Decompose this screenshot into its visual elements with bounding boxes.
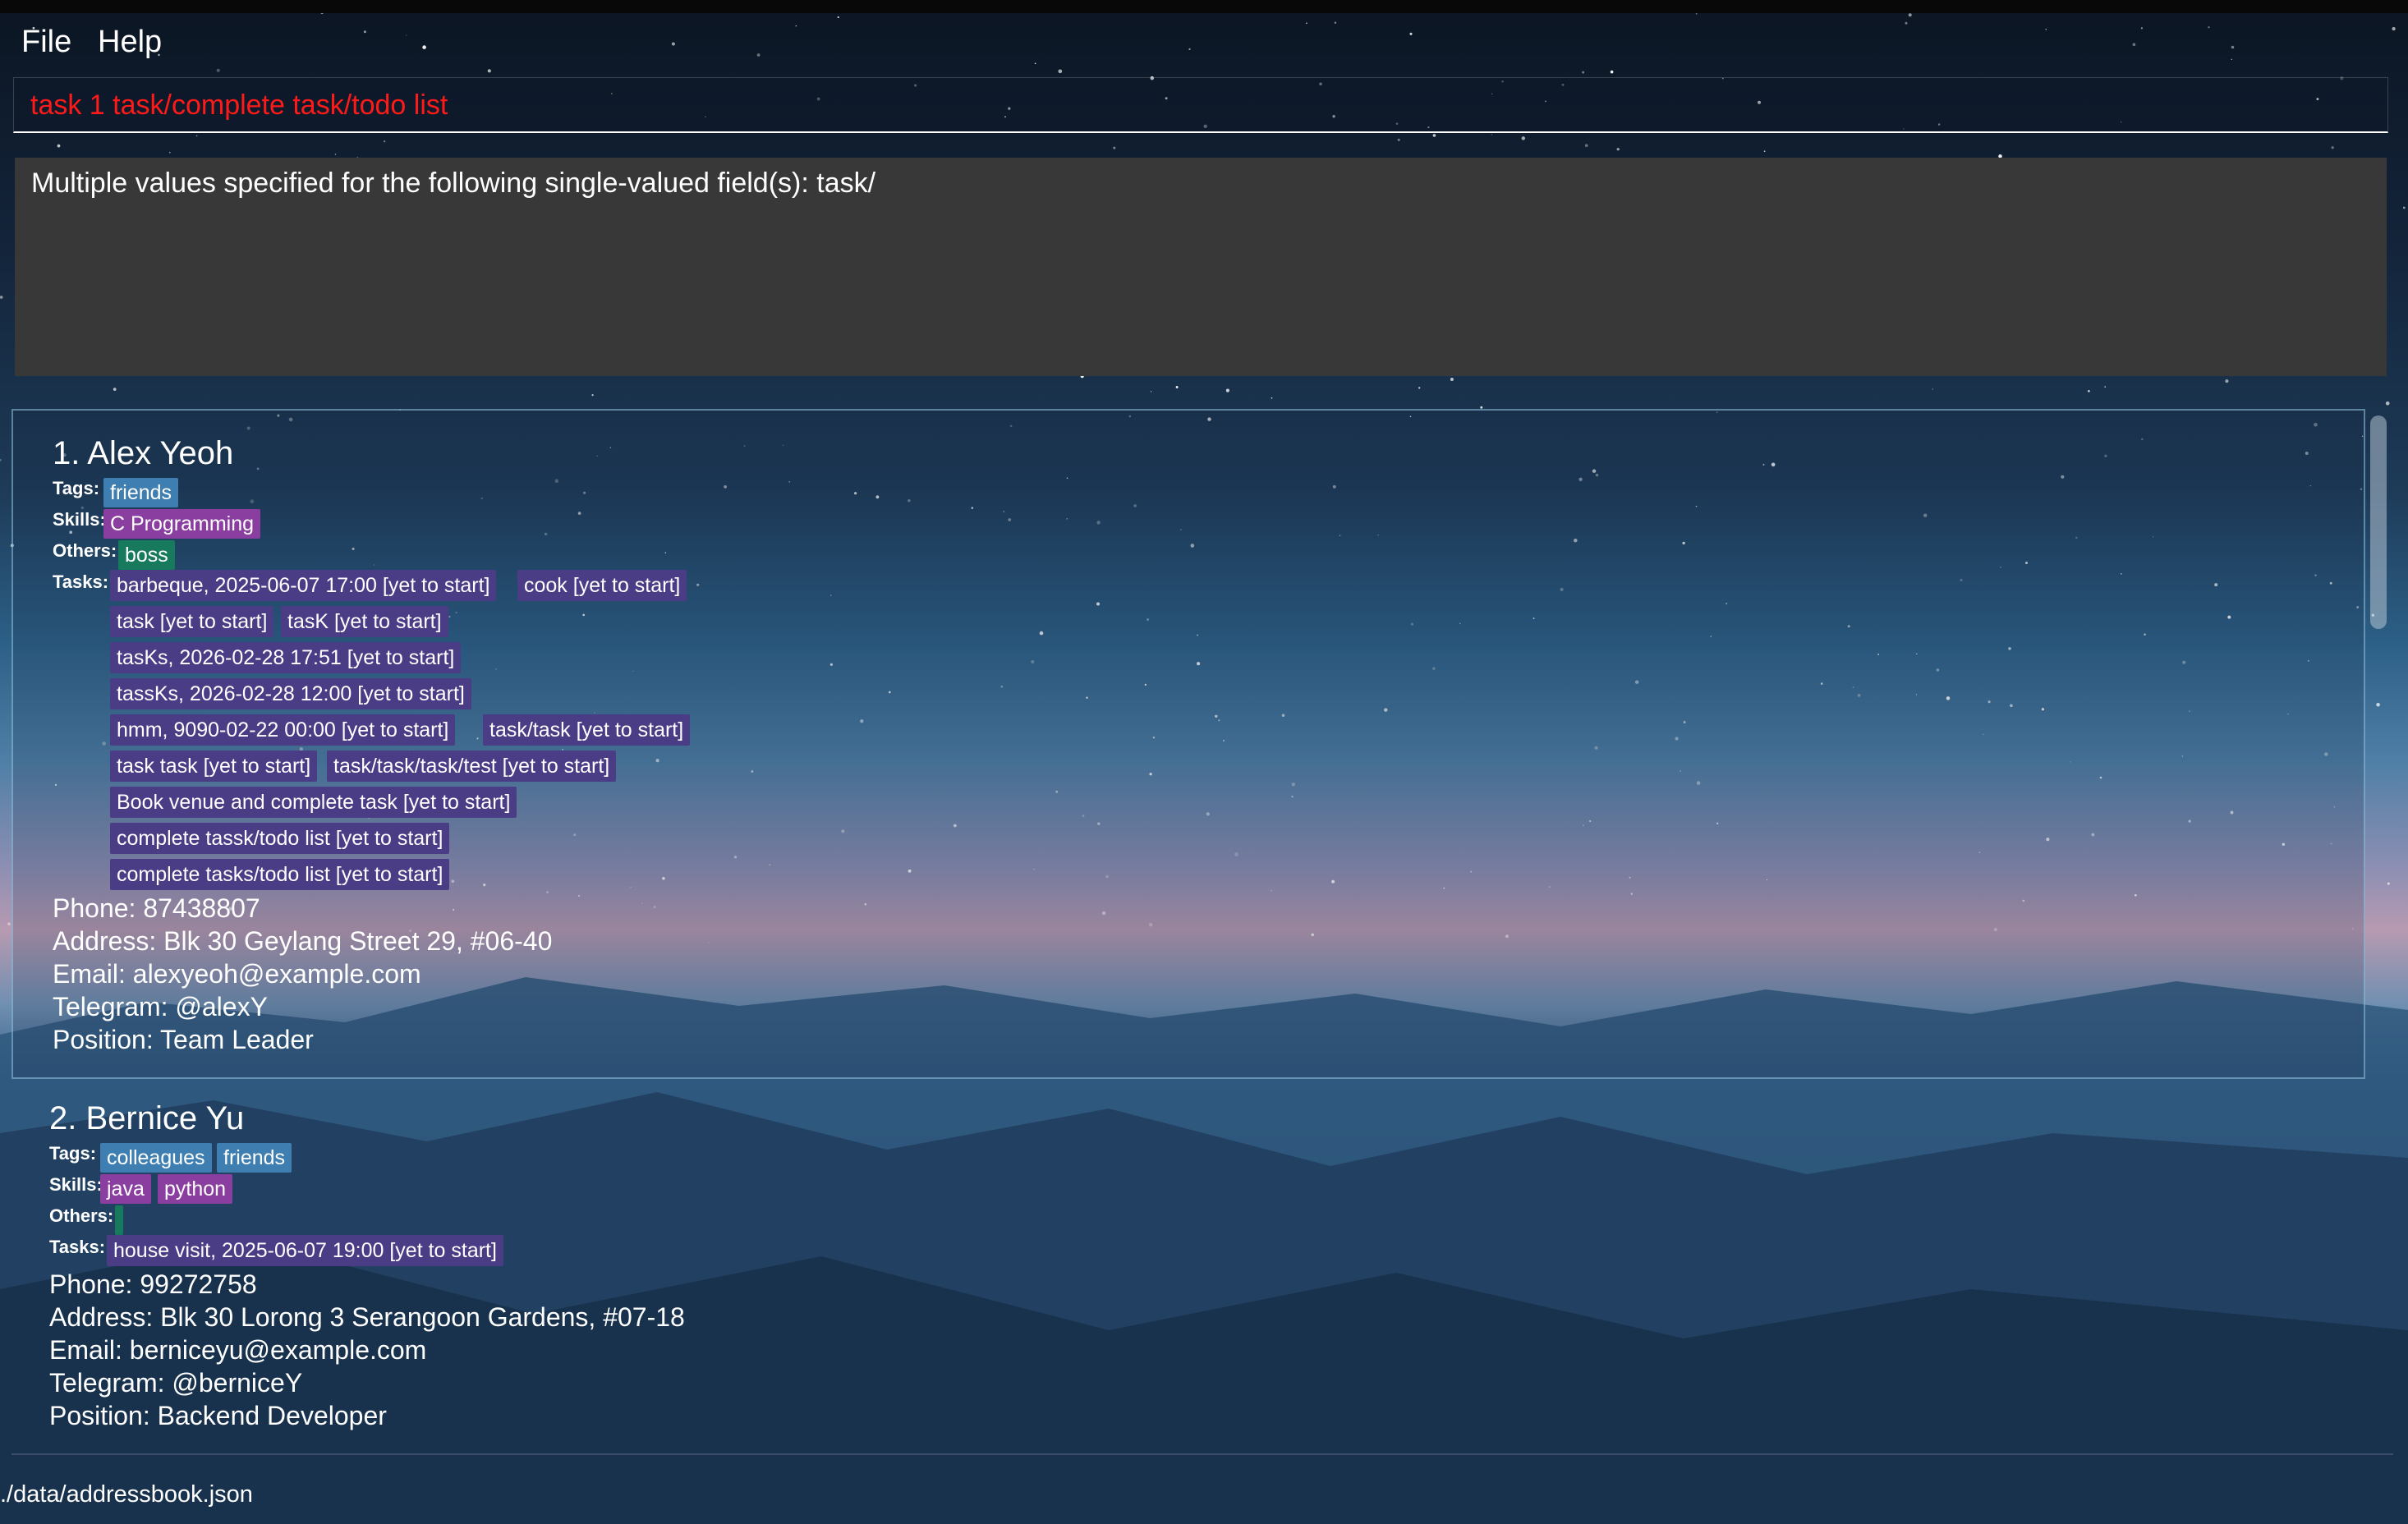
skill-chip: java: [100, 1174, 151, 1204]
task-chip: house visit, 2025-06-07 19:00 [yet to st…: [107, 1235, 503, 1266]
menu-help[interactable]: Help: [98, 25, 162, 60]
status-bar-file-path: ./data/addressbook.json: [0, 1481, 253, 1508]
status-divider: [11, 1453, 2393, 1455]
tag-chip: colleagues: [100, 1143, 212, 1173]
telegram-text: Telegram: @alexY: [53, 992, 268, 1021]
task-chip: task task [yet to start]: [110, 751, 318, 782]
tags-label: Tags:: [49, 1143, 97, 1164]
task-chip: barbeque, 2025-06-07 17:00 [yet to start…: [110, 570, 497, 601]
menu-bar: File Help: [0, 13, 2408, 76]
task-chip: cook [yet to start]: [517, 570, 687, 601]
task-chip: hmm, 9090-02-22 00:00 [yet to start]: [110, 714, 456, 746]
person-name: 1. Alex Yeoh: [53, 435, 234, 471]
tag-chip: friends: [103, 478, 179, 507]
other-chip: boss: [118, 540, 175, 570]
skills-label: Skills:: [53, 509, 106, 530]
skill-chip: C Programming: [103, 509, 261, 539]
telegram-text: Telegram: @berniceY: [49, 1368, 303, 1398]
task-chip: complete tassk/todo list [yet to start]: [110, 823, 450, 854]
position-text: Position: Backend Developer: [49, 1401, 387, 1430]
command-input-text[interactable]: task 1 task/complete task/todo list: [30, 90, 448, 122]
skill-chip: python: [158, 1174, 233, 1204]
task-chip: complete tasks/todo list [yet to start]: [110, 859, 450, 890]
person-list[interactable]: 1. Alex Yeoh Tags: friends Skills: C Pro…: [11, 409, 2393, 1457]
window-top-strip: [0, 0, 2408, 13]
tasks-label: Tasks:: [49, 1237, 106, 1257]
skills-label: Skills:: [49, 1174, 103, 1195]
phone-text: Phone: 99272758: [49, 1269, 257, 1299]
task-chip: tasKs, 2026-02-28 17:51 [yet to start]: [110, 642, 462, 673]
others-label: Others:: [53, 540, 117, 561]
address-text: Address: Blk 30 Lorong 3 Serangoon Garde…: [49, 1302, 685, 1332]
other-chip-empty: [115, 1205, 123, 1235]
result-message: Multiple values specified for the follow…: [31, 168, 876, 199]
tag-chip: friends: [217, 1143, 292, 1173]
address-text: Address: Blk 30 Geylang Street 29, #06-4…: [53, 926, 553, 956]
task-chip: task/task [yet to start]: [483, 714, 691, 746]
tasks-label: Tasks:: [53, 572, 109, 592]
list-scrollbar-thumb[interactable]: [2370, 415, 2387, 629]
others-label: Others:: [49, 1205, 114, 1226]
person-card-alex-yeoh[interactable]: 1. Alex Yeoh Tags: friends Skills: C Pro…: [11, 409, 2365, 1079]
email-text: Email: alexyeoh@example.com: [53, 959, 421, 989]
position-text: Position: Team Leader: [53, 1025, 314, 1054]
task-chip: task [yet to start]: [110, 606, 274, 637]
person-name: 2. Bernice Yu: [49, 1100, 245, 1136]
task-chip: tasK [yet to start]: [281, 606, 448, 637]
result-display: Multiple values specified for the follow…: [15, 158, 2387, 376]
task-chip: tassKs, 2026-02-28 12:00 [yet to start]: [110, 678, 471, 709]
phone-text: Phone: 87438807: [53, 893, 260, 923]
menu-file[interactable]: File: [21, 25, 71, 60]
person-card-bernice-yu[interactable]: 2. Bernice Yu Tags: colleagues friends S…: [11, 1090, 2365, 1452]
command-box[interactable]: task 1 task/complete task/todo list: [13, 77, 2388, 133]
tags-label: Tags:: [53, 478, 100, 498]
task-chip: task/task/task/test [yet to start]: [327, 751, 617, 782]
email-text: Email: berniceyu@example.com: [49, 1335, 427, 1365]
task-chip: Book venue and complete task [yet to sta…: [110, 787, 517, 818]
